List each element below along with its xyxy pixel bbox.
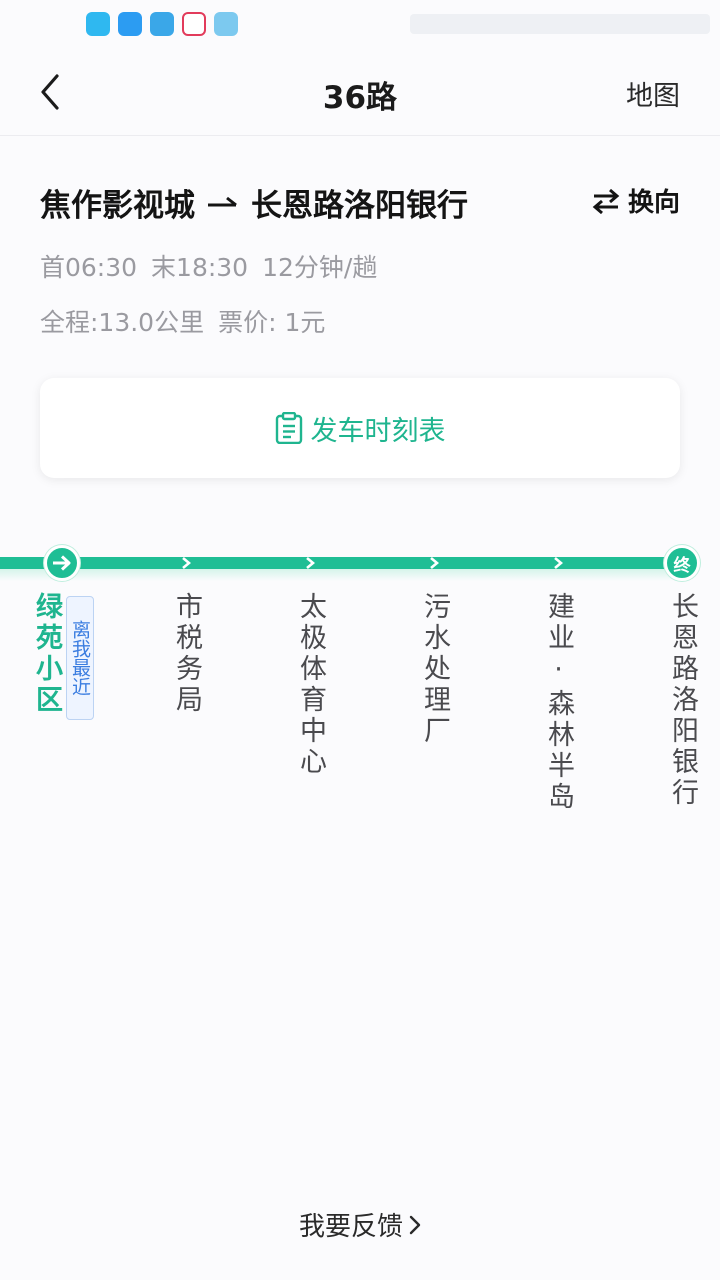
video-app-icon — [182, 12, 206, 36]
direction-chevron-icon — [179, 554, 193, 572]
switch-direction-button[interactable]: 换向 — [592, 182, 680, 219]
last-bus-time: 末18:30 — [151, 253, 249, 282]
timetable-button[interactable]: 发车时刻表 — [40, 378, 680, 478]
stop-name: 长恩路洛阳银行 — [667, 592, 698, 809]
route-direction: 焦作影视城 长恩路洛阳银行 — [40, 180, 468, 225]
stop-name: 太极体育中心 — [295, 592, 326, 778]
direction-chevron-icon — [303, 554, 317, 572]
route-distance: 全程:13.0公里 — [40, 308, 205, 337]
stop-item[interactable]: 太极体育中心 — [290, 592, 330, 778]
stop-name: 建业·森林半岛 — [543, 592, 574, 813]
stop-item-current[interactable]: 绿苑小区 — [26, 592, 66, 716]
current-stop-marker — [44, 545, 80, 581]
feedback-row: 我要反馈 — [0, 1206, 720, 1243]
app-notification-icon — [118, 12, 142, 36]
map-button[interactable]: 地图 — [626, 74, 680, 113]
schedule-info: 首06:30 末18:30 12分钟/趟 — [40, 248, 391, 284]
swap-arrows-icon — [592, 188, 620, 214]
status-time-placeholder — [12, 14, 82, 34]
status-bar — [0, 0, 720, 48]
feedback-label: 我要反馈 — [298, 1212, 403, 1242]
nearest-stop-badge: 离我最近 — [66, 596, 94, 720]
wifi-icon — [150, 12, 174, 36]
stop-name: 绿苑小区 — [31, 592, 62, 716]
timetable-label: 发车时刻表 — [310, 415, 446, 447]
nav-header: 36路 地图 — [0, 48, 720, 136]
direction-arrow-icon — [208, 196, 237, 206]
stop-name: 市税务局 — [171, 592, 202, 716]
back-button[interactable] — [28, 70, 72, 114]
first-bus-time: 首06:30 — [40, 253, 138, 282]
stop-item[interactable]: 市税务局 — [166, 592, 206, 716]
switch-direction-label: 换向 — [627, 188, 680, 218]
stop-item[interactable]: 长恩路洛阳银行 — [662, 592, 702, 809]
stop-item[interactable]: 污水处理厂 — [414, 592, 454, 747]
route-fare: 票价: 1元 — [218, 308, 326, 337]
route-info: 全程:13.0公里 票价: 1元 — [40, 303, 339, 339]
app-notification-icon — [86, 12, 110, 36]
stop-item[interactable]: 建业·森林半岛 — [538, 592, 578, 813]
arrow-right-circle-icon — [53, 555, 71, 571]
clipboard-icon — [275, 412, 302, 444]
route-line-glow — [0, 569, 682, 581]
route-destination: 长恩路洛阳银行 — [251, 188, 468, 224]
back-arrow-icon — [41, 74, 59, 110]
feedback-button[interactable]: 我要反馈 — [299, 1206, 421, 1243]
direction-chevron-icon — [551, 554, 565, 572]
direction-chevron-icon — [427, 554, 441, 572]
route-line — [0, 557, 682, 569]
status-indicators — [410, 14, 710, 34]
terminal-stop-marker: 终 — [664, 545, 700, 581]
chevron-right-icon — [409, 1215, 421, 1234]
page-title: 36路 — [0, 72, 720, 117]
page-title-text: 36路 — [322, 80, 398, 116]
map-app-icon — [214, 12, 238, 36]
bus-interval: 12分钟/趟 — [262, 253, 378, 282]
route-origin: 焦作影视城 — [40, 188, 195, 224]
stop-name: 污水处理厂 — [419, 592, 450, 747]
